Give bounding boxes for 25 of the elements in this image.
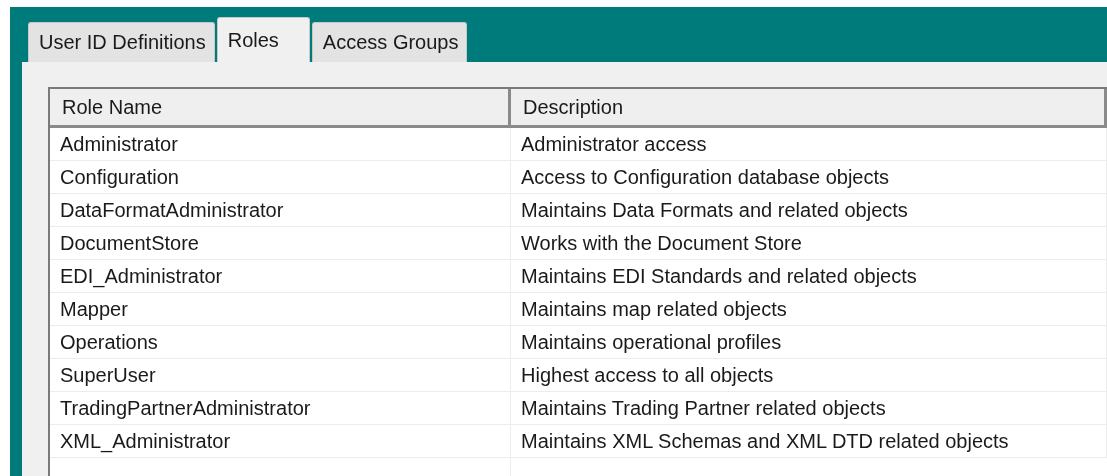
table-cell: TradingPartnerAdministrator — [50, 392, 511, 425]
table-cell: DocumentStore — [50, 227, 511, 260]
table-cell: Operations — [50, 326, 511, 359]
column-header[interactable]: Description — [511, 89, 1107, 128]
table-cell: Maintains XML Schemas and XML DTD related objects — [511, 425, 1107, 458]
table-cell: XML_Administrator — [50, 425, 511, 458]
tab[interactable]: Access Groups — [311, 22, 468, 62]
column-header[interactable]: Role Name — [50, 89, 511, 128]
table-cell: Maintains Data Formats and related objects — [511, 194, 1107, 227]
table-cell: Configuration — [50, 161, 511, 194]
table-cell: Works with the Document Store — [511, 227, 1107, 260]
table-cell: SuperUser — [50, 359, 511, 392]
tab[interactable]: Roles — [216, 17, 310, 62]
table-cell: Highest access to all objects — [511, 359, 1107, 392]
table-cell: Administrator access — [511, 128, 1107, 161]
table-cell: Access to Configuration database objects — [511, 161, 1107, 194]
table-cell: Maintains Trading Partner related objects — [511, 392, 1107, 425]
table-cell: Mapper — [50, 293, 511, 326]
tab[interactable]: User ID Definitions — [28, 22, 215, 62]
table-cell: Maintains operational profiles — [511, 326, 1107, 359]
table-cell: EDI_Administrator — [50, 260, 511, 293]
table-cell: Administrator — [50, 128, 511, 161]
table-cell: DataFormatAdministrator — [50, 194, 511, 227]
table-cell: Maintains EDI Standards and related objects — [511, 260, 1107, 293]
table-cell: Maintains map related objects — [511, 293, 1107, 326]
